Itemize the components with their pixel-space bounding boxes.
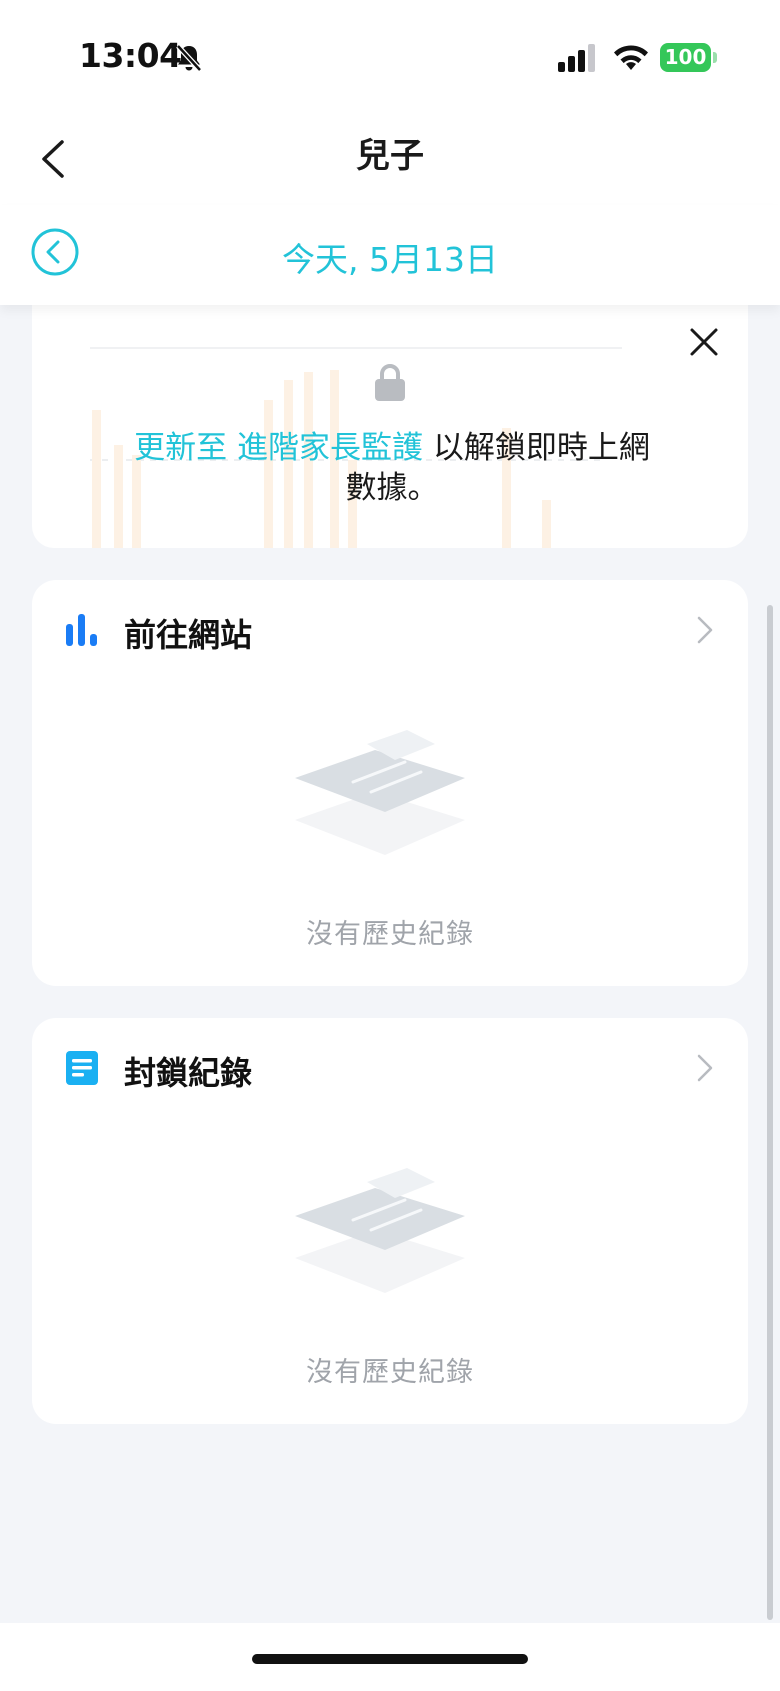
cellular-signal-icon xyxy=(558,44,595,72)
empty-state-text: 沒有歷史紀錄 xyxy=(306,1357,474,1388)
upgrade-link[interactable]: 更新至 進階家長監護 xyxy=(134,430,423,466)
blocked-records-card[interactable]: 封鎖紀錄 沒有歷史紀錄 xyxy=(32,1018,748,1424)
scrollbar[interactable] xyxy=(767,605,773,1620)
empty-records-icon xyxy=(295,1168,465,1293)
nav-bar: 兒子 xyxy=(0,110,780,205)
status-bar: 13:04 100 xyxy=(0,0,780,110)
page-title: 兒子 xyxy=(356,136,424,176)
unlock-message: 更新至 進階家長監護 以解鎖即時上網數據。 xyxy=(122,428,662,508)
lock-icon xyxy=(375,364,405,401)
home-area xyxy=(0,1623,780,1691)
bar-chart-icon xyxy=(66,614,97,646)
chevron-right-icon[interactable] xyxy=(692,1050,718,1086)
visited-websites-card[interactable]: 前往網站 沒有歷史紀錄 xyxy=(32,580,748,986)
document-list-icon xyxy=(66,1051,98,1085)
bell-slash-icon xyxy=(176,44,202,72)
close-icon[interactable] xyxy=(684,322,724,362)
card-title: 前往網站 xyxy=(124,616,253,654)
wifi-icon xyxy=(614,45,648,70)
home-indicator[interactable] xyxy=(252,1654,528,1664)
date-label: 今天, 5月13日 xyxy=(282,240,498,279)
battery-nub xyxy=(713,52,717,63)
chevron-right-icon[interactable] xyxy=(692,612,718,648)
date-bar: 今天, 5月13日 xyxy=(0,205,780,305)
card-title: 封鎖紀錄 xyxy=(124,1054,253,1092)
battery-icon: 100 xyxy=(660,43,717,72)
status-time: 13:04 xyxy=(79,36,182,75)
battery-level: 100 xyxy=(660,43,711,72)
empty-records-icon xyxy=(295,730,465,855)
empty-state-text: 沒有歷史紀錄 xyxy=(306,919,474,950)
locked-usage-chart-card: 更新至 進階家長監護 以解鎖即時上網數據。 xyxy=(32,270,748,548)
screen: 13:04 100 兒子 今天, 5月13日 更新至 進階家長監護 以解鎖即時上… xyxy=(0,0,780,1691)
